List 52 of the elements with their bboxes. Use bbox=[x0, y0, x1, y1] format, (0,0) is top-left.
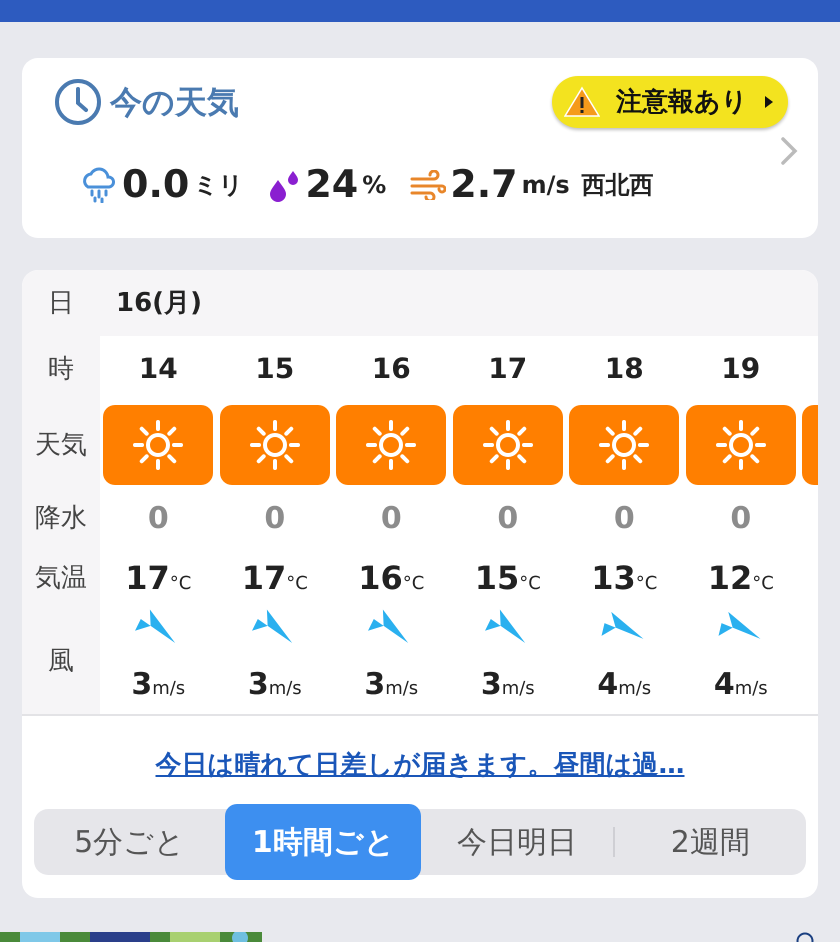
forecast-summary-link[interactable]: 今日は晴れて日差しが届きます。昼間は過… bbox=[156, 750, 684, 780]
temperature: 12°C bbox=[708, 558, 774, 599]
alert-button[interactable]: 注意報あり bbox=[552, 76, 788, 128]
wind-icon bbox=[410, 170, 446, 200]
wind-speed-unit: m/s bbox=[522, 170, 570, 200]
hour-label: 14 bbox=[138, 351, 178, 387]
row-label: 降水 bbox=[22, 488, 100, 548]
precipitation-value: 0 bbox=[614, 500, 635, 538]
hour-label: 16 bbox=[372, 351, 411, 387]
precipitation-value: 0 bbox=[730, 500, 752, 538]
clock-icon bbox=[54, 78, 102, 126]
precipitation-value: 0 bbox=[380, 500, 402, 538]
current-weather-card[interactable]: 今の天気 注意報あり 0.0 ミリ 24% 2.7 m/s 西北西 bbox=[22, 58, 818, 238]
rain-cloud-icon bbox=[80, 166, 118, 202]
humidity-value: 24 bbox=[305, 161, 358, 208]
row-label: 気温 bbox=[22, 548, 100, 608]
temperature: 15°C bbox=[474, 558, 541, 599]
row-label: 風 bbox=[22, 608, 100, 714]
caret-icon bbox=[764, 95, 774, 109]
interval-tab[interactable]: 今日明日 bbox=[421, 809, 613, 875]
hour-label: 17 bbox=[488, 351, 528, 387]
temperature: 13°C bbox=[591, 558, 658, 599]
hour-label: 18 bbox=[604, 351, 644, 387]
interval-tab[interactable]: 5分ごと bbox=[34, 809, 226, 875]
chevron-right-icon bbox=[780, 136, 798, 166]
humidity-unit: % bbox=[362, 170, 386, 200]
wind-speed: 3m/s bbox=[248, 666, 302, 704]
temperature: 16°C bbox=[358, 558, 424, 599]
wind-speed: 3m/s bbox=[480, 666, 535, 704]
card-title: 今の天気 bbox=[110, 82, 239, 123]
wind-speed-value: 2.7 bbox=[450, 161, 518, 208]
wind-speed: 4m/s bbox=[714, 666, 768, 704]
temperature: 17°C bbox=[125, 558, 192, 599]
wind-speed: 3m/s bbox=[131, 666, 186, 704]
precipitation-value: 0 bbox=[497, 500, 518, 538]
interval-tab[interactable]: 2週間 bbox=[614, 809, 806, 875]
hour-label: 15 bbox=[255, 351, 294, 387]
interval-tab[interactable]: 1時間ごと bbox=[225, 804, 422, 880]
precipitation-value: 0 bbox=[148, 500, 169, 538]
temperature: 17°C bbox=[242, 558, 308, 599]
warning-icon bbox=[564, 86, 600, 118]
precipitation-unit: ミリ bbox=[193, 170, 244, 200]
row-label: 日 bbox=[22, 270, 100, 336]
wind-speed: 4m/s bbox=[597, 666, 652, 704]
row-label: 時 bbox=[22, 336, 100, 402]
wind-speed: 3m/s bbox=[364, 666, 418, 704]
row-label: 天気 bbox=[22, 402, 100, 488]
hour-label: 19 bbox=[721, 351, 760, 387]
precipitation-value: 0.0 bbox=[122, 161, 190, 208]
precipitation-value: 0 bbox=[264, 500, 286, 538]
wind-direction: 西北西 bbox=[582, 170, 654, 200]
date-label: 16(月) bbox=[116, 286, 202, 320]
